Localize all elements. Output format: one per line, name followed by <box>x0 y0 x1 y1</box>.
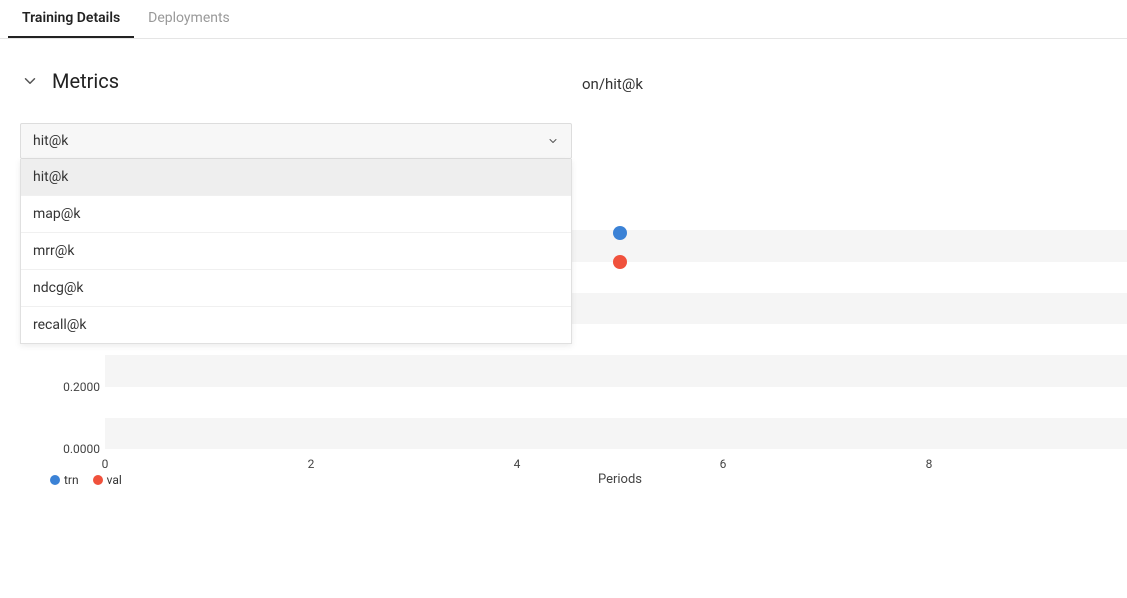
legend-item-trn: trn <box>50 473 79 487</box>
legend-swatch <box>93 475 103 485</box>
metric-option[interactable]: recall@k <box>21 307 571 343</box>
metric-dropdown: hit@k map@k mrr@k ndcg@k recall@k <box>20 159 572 344</box>
tab-training-details[interactable]: Training Details <box>8 0 134 38</box>
data-point[interactable] <box>613 226 627 240</box>
metric-option[interactable]: ndcg@k <box>21 270 571 307</box>
tab-deployments[interactable]: Deployments <box>134 0 244 38</box>
x-axis-label: Periods <box>598 472 642 487</box>
section-header[interactable]: Metrics <box>20 69 1107 93</box>
legend-label: trn <box>64 473 79 487</box>
section-title: Metrics <box>52 69 119 93</box>
metric-option[interactable]: mrr@k <box>21 233 571 270</box>
metric-select[interactable]: hit@k <box>20 123 572 159</box>
x-tick: 4 <box>514 457 521 471</box>
x-tick: 8 <box>926 457 933 471</box>
metric-select-value: hit@k <box>33 133 68 149</box>
y-tick: 0.0000 <box>55 442 100 456</box>
metric-option[interactable]: map@k <box>21 196 571 233</box>
chart-legend: trn val <box>50 473 122 487</box>
x-tick: 2 <box>308 457 315 471</box>
metric-option[interactable]: hit@k <box>21 159 571 196</box>
legend-item-val: val <box>93 473 122 487</box>
y-tick: 0.2000 <box>55 380 100 394</box>
data-point[interactable] <box>613 255 627 269</box>
x-tick: 6 <box>720 457 727 471</box>
caret-down-icon <box>547 135 559 147</box>
tabs-bar: Training Details Deployments <box>0 0 1127 39</box>
legend-label: val <box>107 473 122 487</box>
chevron-down-icon <box>20 71 40 91</box>
x-tick: 0 <box>102 457 109 471</box>
metrics-section: Metrics hit@k hit@k map@k mrr@k ndcg@k r… <box>0 39 1127 489</box>
legend-swatch <box>50 475 60 485</box>
metric-select-wrapper: hit@k hit@k map@k mrr@k ndcg@k recall@k <box>20 123 572 159</box>
